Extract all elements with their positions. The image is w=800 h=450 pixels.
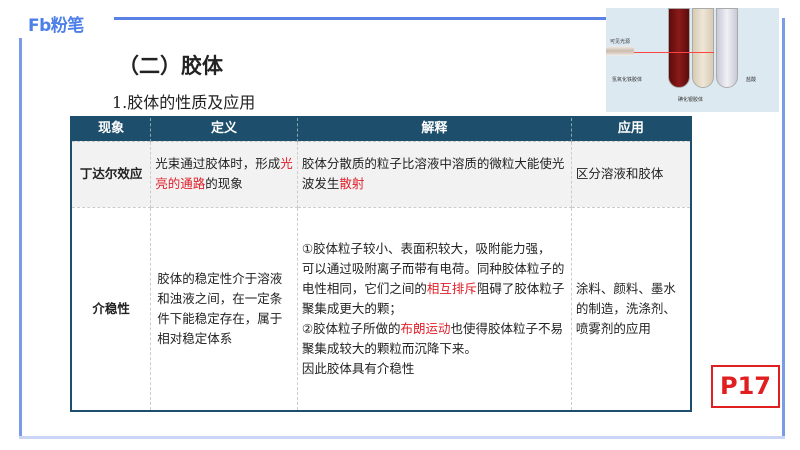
label-hcl: 盐酸: [746, 77, 757, 83]
tube-hcl: [716, 8, 738, 88]
application-cell: 区分溶液和胶体: [570, 140, 692, 208]
header-explanation: 解释: [297, 117, 572, 141]
bottom-border: [19, 436, 785, 439]
tyndall-experiment-image: 可见光源 氢氧化铁胶体 碘化银胶体 盐酸: [606, 8, 779, 112]
right-border: [782, 18, 785, 438]
header-divider: [114, 17, 609, 20]
highlight-text: 布朗运动: [400, 320, 451, 336]
tube-agi-colloid: [692, 8, 714, 88]
phenomenon-cell: 丁达尔效应: [70, 140, 152, 208]
definition-cell: 胶体的稳定性介于溶液和浊液之间，在一定条件下能稳定存在，属于相对稳定体系: [150, 206, 298, 412]
label-light-source: 可见光源: [610, 39, 631, 45]
header-phenomenon: 现象: [71, 117, 152, 141]
fenbi-logo: Fb粉笔: [28, 16, 84, 36]
table-row: 丁达尔效应 光束通过胶体时，形成光亮的通路的现象 胶体分散质的粒子比溶液中溶质的…: [70, 140, 692, 208]
text: 因此胶体具有介稳性: [301, 360, 415, 376]
header-definition: 定义: [150, 117, 298, 141]
colloid-properties-table: 现象 定义 解释 应用 丁达尔效应 光束通过胶体时，形成光亮的通路的现象 胶体分…: [70, 116, 692, 412]
label-fe-colloid: 氢氧化铁胶体: [612, 77, 643, 83]
tube-fe-colloid: [668, 8, 690, 88]
label-agi-colloid: 碘化银胶体: [678, 97, 704, 103]
section-title: （二）胶体: [118, 54, 223, 78]
page-badge: P17: [711, 365, 780, 408]
left-border: [19, 38, 22, 438]
highlight-text: 散射: [339, 176, 365, 191]
table-header: 现象 定义 解释 应用: [71, 117, 692, 141]
definition-cell: 光束通过胶体时，形成光亮的通路的现象: [150, 140, 298, 208]
light-source-icon: [606, 46, 634, 56]
explanation-cell: ①胶体粒子较小、表面积较大，吸附能力强， 可以通过吸附离子而带有电荷。同种胶体粒…: [296, 206, 572, 412]
highlight-text: 相互排斥: [426, 280, 477, 296]
header-application: 应用: [571, 117, 692, 141]
subsection-title: 1.胶体的性质及应用: [112, 93, 256, 112]
text: ②胶体粒子所做的: [301, 320, 401, 336]
explanation-cell: 胶体分散质的粒子比溶液中溶质的微粒大能使光波发生散射: [296, 140, 572, 208]
table-row: 介稳性 胶体的稳定性介于溶液和浊液之间，在一定条件下能稳定存在，属于相对稳定体系…: [70, 206, 692, 412]
phenomenon-cell: 介稳性: [70, 206, 152, 412]
text: 光束通过胶体时，形成: [155, 156, 281, 171]
text: 的现象: [205, 176, 243, 191]
laser-beam: [634, 52, 714, 53]
application-cell: 涂料、颜料、墨水的制造，洗涤剂、喷雾剂的应用: [570, 206, 692, 412]
